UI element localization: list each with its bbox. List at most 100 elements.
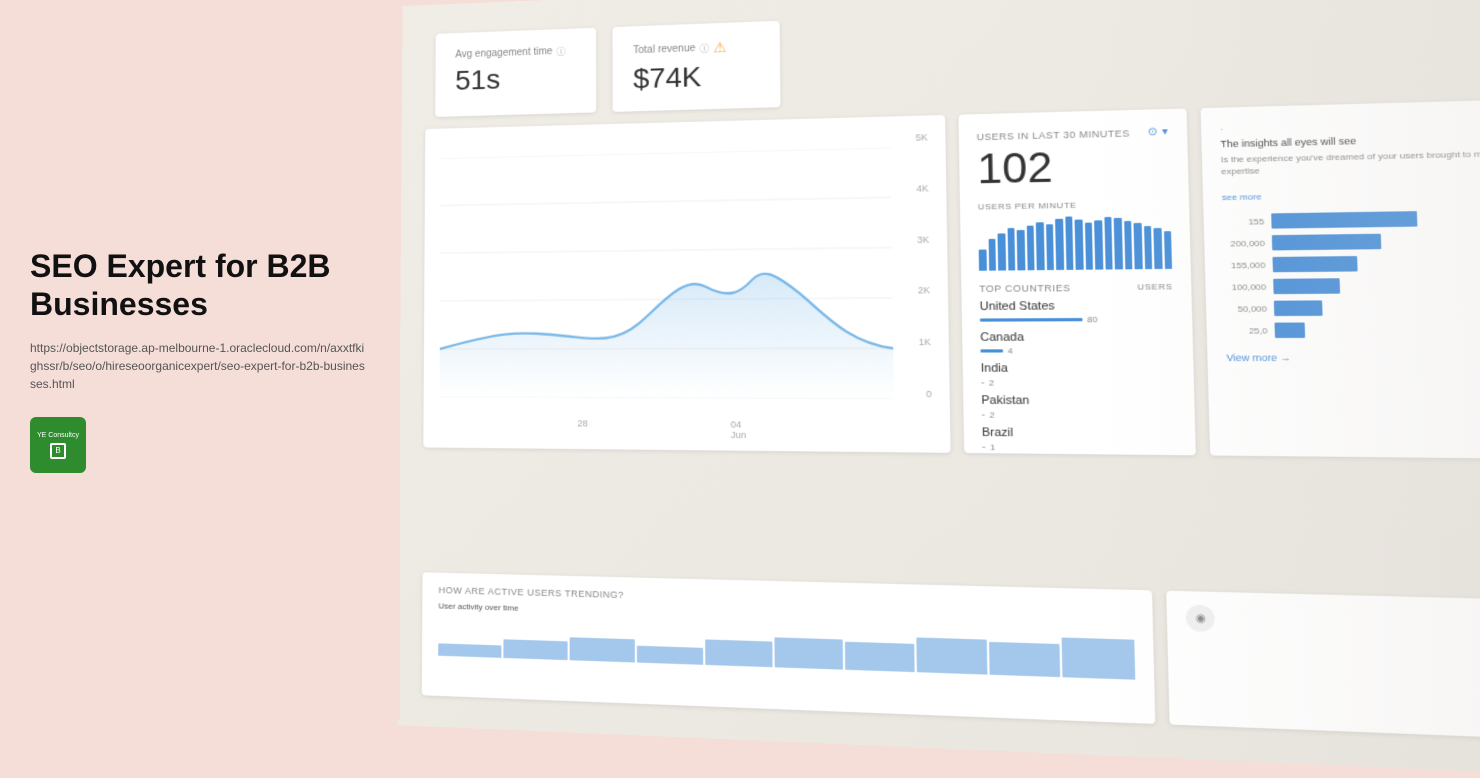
page-title: SEO Expert for B2B Businesses xyxy=(30,247,370,324)
users-per-minute-chart xyxy=(978,215,1172,271)
y-label-4k: 4K xyxy=(916,183,928,194)
country-count-pk: 2 xyxy=(989,410,994,420)
t-bar-7 xyxy=(844,642,914,672)
left-panel: SEO Expert for B2B Businesses https://ob… xyxy=(0,0,400,720)
page-url: https://objectstorage.ap-melbourne-1.ora… xyxy=(30,339,370,393)
chart-y-labels: 5K 4K 3K 2K 1K 0 xyxy=(915,132,931,399)
logo-badge: YE Consultcy B xyxy=(30,417,86,473)
country-row-br: Brazil - 1 xyxy=(982,426,1177,454)
h-bar-label-4: 100,000 xyxy=(1224,282,1266,292)
t-bar-4 xyxy=(637,646,703,665)
country-dash-in: - xyxy=(981,377,985,388)
revenue-value: $74K xyxy=(633,59,759,95)
h-bar-label-6: 25,0 xyxy=(1226,326,1268,336)
bar-6 xyxy=(1026,226,1034,271)
bar-4 xyxy=(1007,228,1015,270)
bar-10 xyxy=(1065,216,1074,269)
bar-19 xyxy=(1153,228,1162,269)
country-count-br: 1 xyxy=(990,442,995,452)
country-count-ca: 4 xyxy=(1008,346,1013,356)
trending-card: HOW ARE ACTIVE USERS TRENDING? User acti… xyxy=(422,572,1156,724)
dashboard-panel: Avg engagement time ⓘ 51s Total revenue … xyxy=(397,0,1480,778)
metrics-row: Avg engagement time ⓘ 51s Total revenue … xyxy=(425,0,1480,117)
h-bar-label-2: 200,000 xyxy=(1223,238,1265,248)
stats-description: Is the experience you've dreamed of your… xyxy=(1221,146,1480,178)
country-dash-br: - xyxy=(982,441,986,452)
y-label-2k: 2K xyxy=(918,285,930,296)
country-count-us: 80 xyxy=(1087,315,1098,325)
country-row-ca: Canada 4 xyxy=(980,331,1174,356)
bar-12 xyxy=(1084,223,1093,270)
country-bar-ca xyxy=(980,349,1003,352)
y-label-3k: 3K xyxy=(917,234,929,245)
logo-text: YE Consultcy xyxy=(37,432,79,440)
bar-18 xyxy=(1143,226,1152,269)
logo-icon-letter: B xyxy=(55,446,60,455)
h-bar-chart: 155 200,000 155,000 100,000 xyxy=(1222,209,1480,338)
h-bar-row-6: 25,0 xyxy=(1225,322,1480,339)
country-row-pk: Pakistan - 2 xyxy=(981,394,1176,421)
bar-9 xyxy=(1055,219,1064,270)
realtime-icon: ⊙ ▾ xyxy=(1148,126,1169,138)
bottom-icon: ◉ xyxy=(1186,604,1215,632)
bar-2 xyxy=(988,239,996,271)
bottom-row: HOW ARE ACTIVE USERS TRENDING? User acti… xyxy=(422,572,1480,742)
realtime-count: 102 xyxy=(977,142,1170,194)
engagement-card: Avg engagement time ⓘ 51s xyxy=(435,28,596,117)
x-label-04jun: 04Jun xyxy=(731,419,747,440)
t-bar-8 xyxy=(916,637,987,674)
bar-7 xyxy=(1036,222,1044,270)
h-bar-row-5: 50,000 xyxy=(1225,299,1480,316)
warning-icon: ⚠ xyxy=(713,39,726,57)
stats-card: · The insights all eyes will see Is the … xyxy=(1201,98,1480,460)
h-bar-fill-1 xyxy=(1271,212,1417,229)
bar-5 xyxy=(1017,230,1025,270)
engagement-value: 51s xyxy=(455,61,576,97)
bar-13 xyxy=(1094,220,1103,269)
country-count-in: 2 xyxy=(989,378,994,388)
h-bar-row-4: 100,000 xyxy=(1224,277,1480,295)
t-bar-9 xyxy=(989,642,1061,677)
bar-20 xyxy=(1163,231,1172,269)
country-dash-pk: - xyxy=(982,409,986,420)
h-bar-label-5: 50,000 xyxy=(1225,304,1267,314)
chart-area xyxy=(440,148,894,400)
realtime-title: USERS IN LAST 30 MINUTES ⊙ ▾ xyxy=(977,126,1169,142)
logo-icon: B xyxy=(50,443,66,459)
h-bar-fill-5 xyxy=(1274,301,1323,317)
y-label-5k: 5K xyxy=(915,132,927,143)
line-chart-svg xyxy=(440,148,894,400)
country-name-ca: Canada xyxy=(980,331,1174,344)
chart-x-labels: 28 04Jun xyxy=(439,417,894,441)
y-label-0: 0 xyxy=(919,389,931,400)
t-bar-10 xyxy=(1062,638,1136,680)
h-bar-label-3: 155,000 xyxy=(1224,260,1266,270)
stats-title: · xyxy=(1220,116,1480,134)
revenue-label: Total revenue ⓘ ⚠ xyxy=(633,38,759,60)
h-bar-row-1: 155 xyxy=(1222,209,1480,229)
country-name-us: United States xyxy=(980,299,1174,313)
revenue-card: Total revenue ⓘ ⚠ $74K xyxy=(613,21,781,112)
country-name-br: Brazil xyxy=(982,426,1177,441)
bar-1 xyxy=(979,250,987,271)
middle-row: 5K 4K 3K 2K 1K 0 xyxy=(423,98,1480,588)
view-more-link[interactable]: View more → xyxy=(1226,347,1480,367)
users-per-minute-label: USERS PER MINUTE xyxy=(978,199,1171,212)
bar-8 xyxy=(1046,224,1054,270)
t-bar-2 xyxy=(503,639,567,660)
bar-3 xyxy=(998,233,1006,270)
bottom-card-2: ◉ xyxy=(1167,591,1480,742)
country-row-us: United States 80 xyxy=(980,299,1174,325)
bar-17 xyxy=(1134,223,1143,269)
country-row-in: India - 2 xyxy=(981,362,1175,388)
stats-link[interactable]: see more xyxy=(1222,192,1262,202)
top-countries-title: TOP COUNTRIES USERS xyxy=(979,282,1172,294)
t-bar-6 xyxy=(774,637,842,669)
country-name-pk: Pakistan xyxy=(981,394,1175,408)
realtime-card: USERS IN LAST 30 MINUTES ⊙ ▾ 102 USERS P… xyxy=(958,108,1195,455)
bar-15 xyxy=(1114,218,1123,270)
h-bar-label-1: 155 xyxy=(1222,217,1264,227)
users-col-label: USERS xyxy=(1137,282,1172,293)
h-bar-row-2: 200,000 xyxy=(1223,232,1480,252)
t-bar-1 xyxy=(438,643,501,658)
